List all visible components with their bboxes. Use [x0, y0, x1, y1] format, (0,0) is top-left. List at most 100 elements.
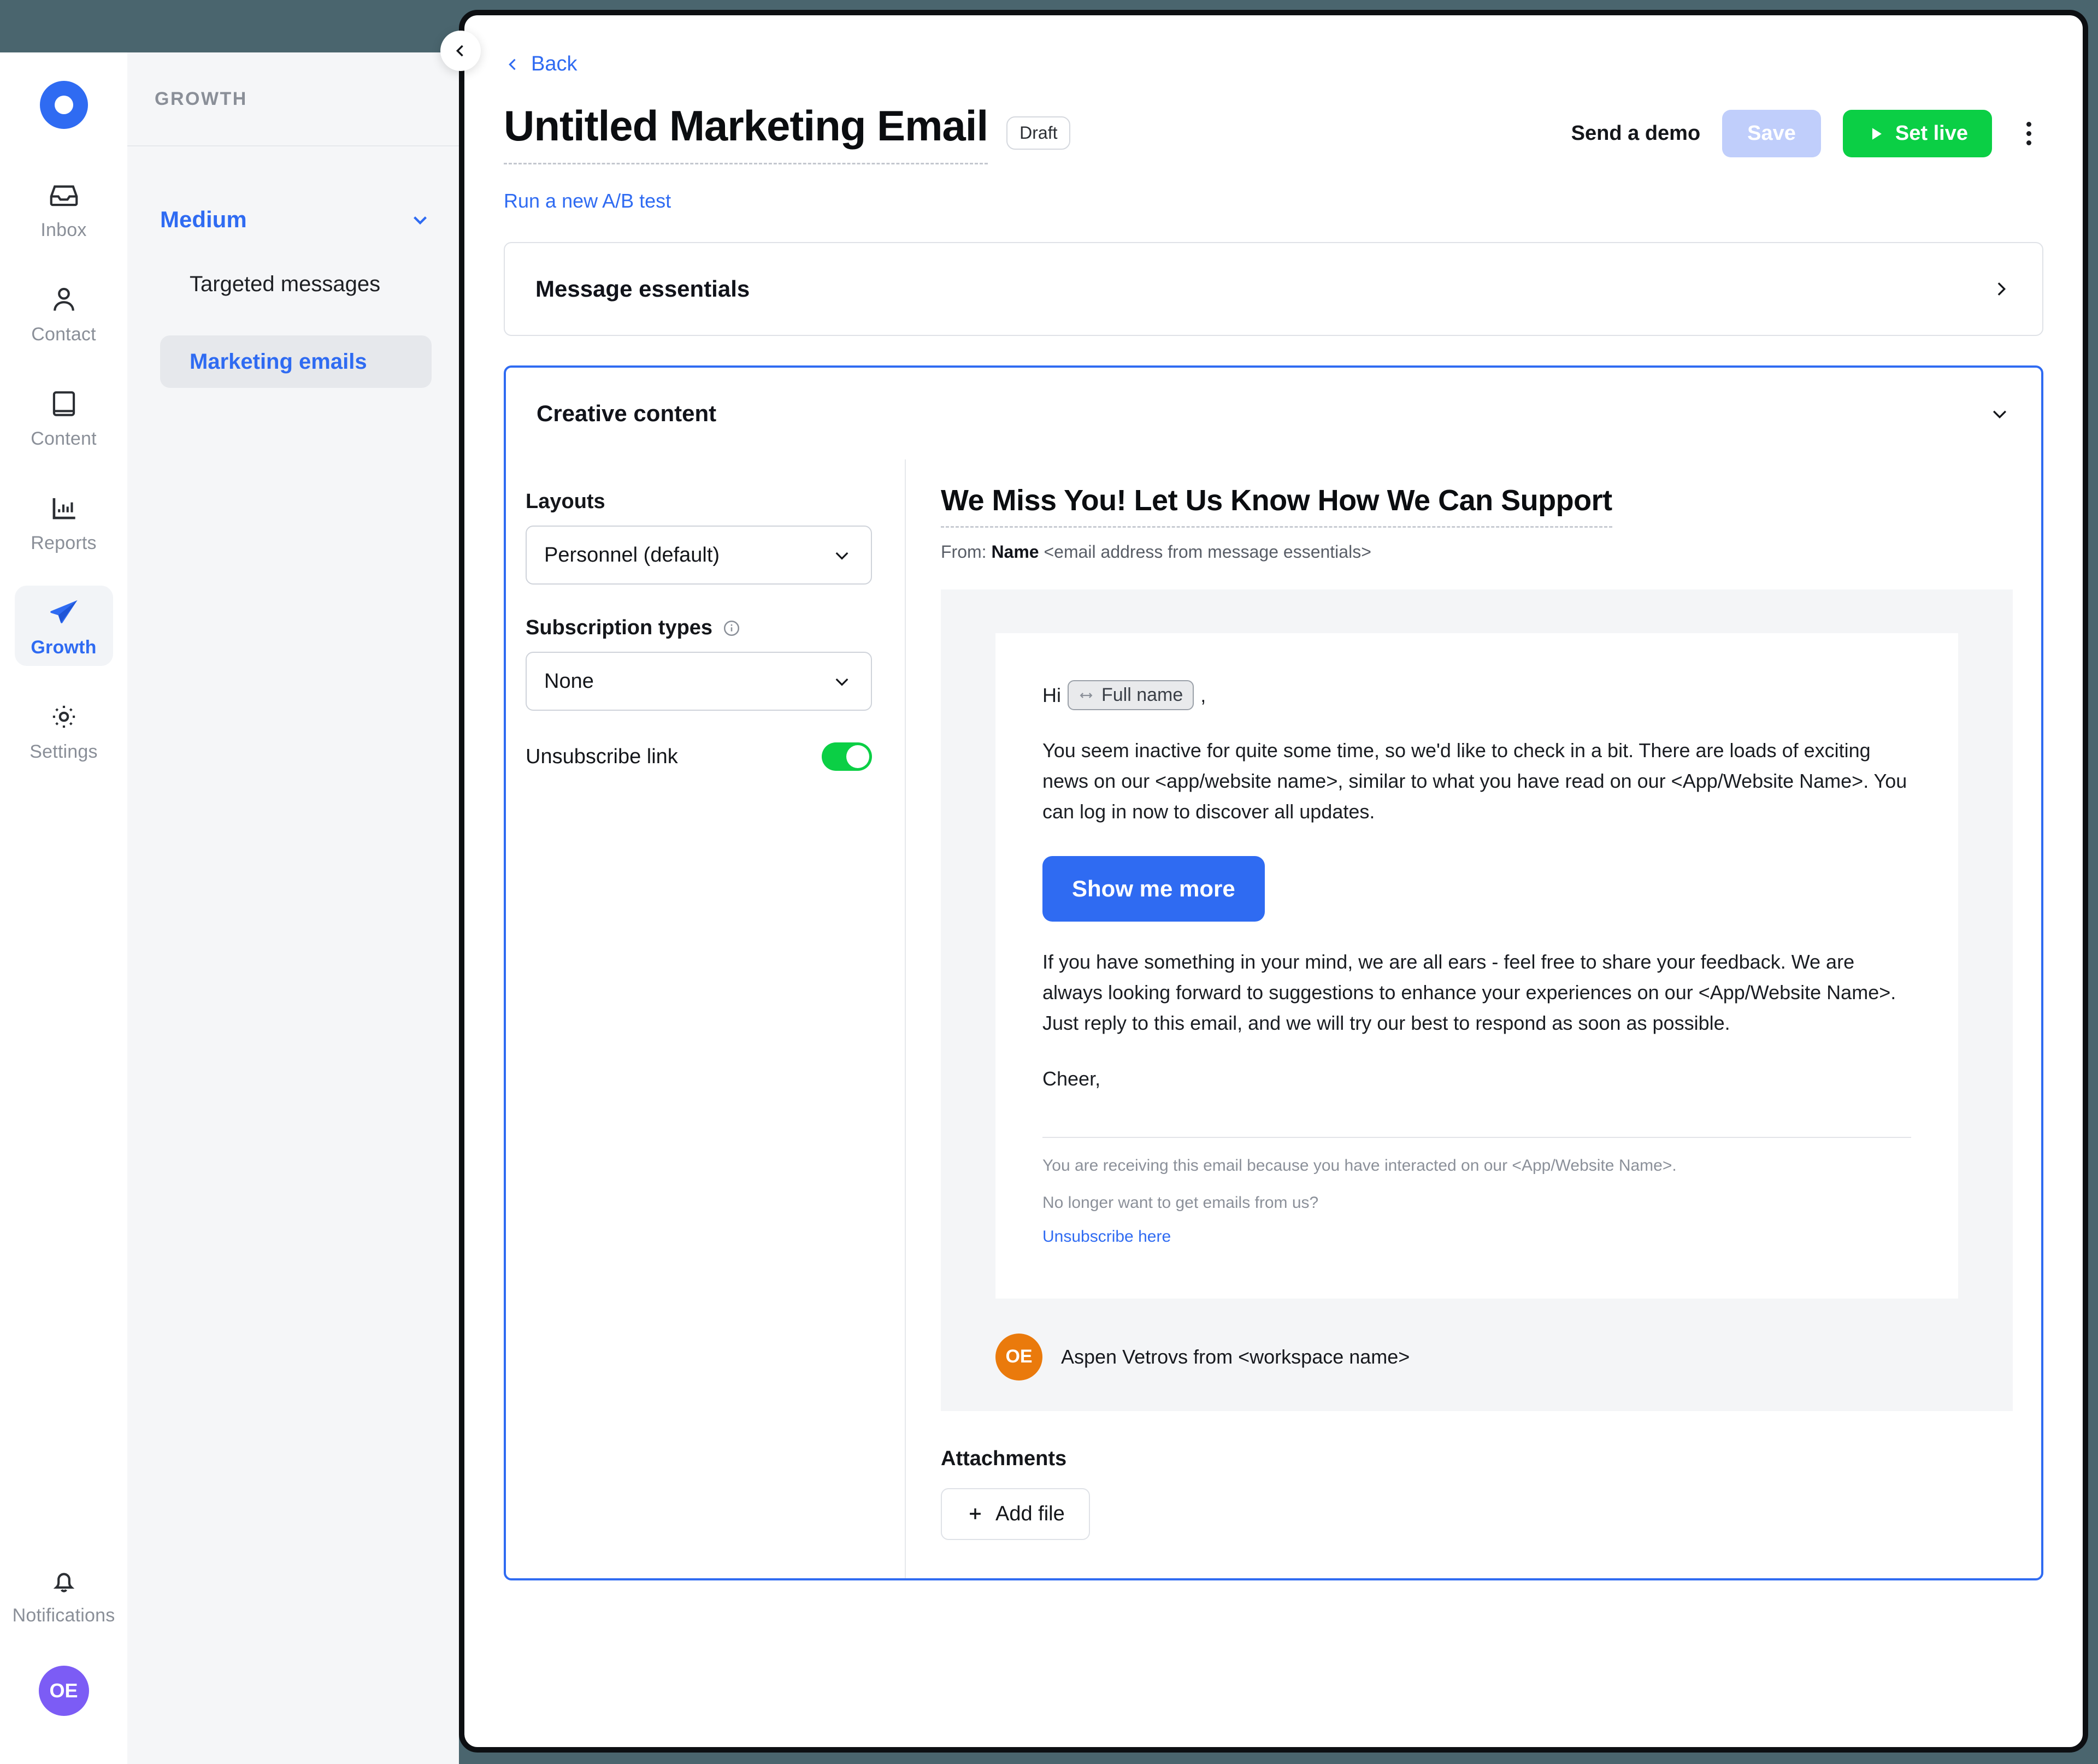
full-name-token[interactable]: Full name: [1068, 680, 1194, 710]
sidebar-group: Medium Targeted messages Marketing email…: [127, 146, 459, 388]
chevron-down-icon: [1993, 410, 2007, 419]
add-file-label: Add file: [995, 1502, 1065, 1525]
creative-content-card: Creative content Layouts Personnel (defa…: [504, 365, 2043, 1580]
chevron-right-icon: [1997, 282, 2006, 296]
sidebar-item-marketing-emails[interactable]: Marketing emails: [160, 335, 432, 388]
sidebar-item-targeted-messages[interactable]: Targeted messages: [160, 258, 432, 310]
primary-nav-rail: Inbox Contact Content Reports Growth Set…: [0, 52, 127, 1764]
chevron-left-icon: [456, 45, 463, 57]
sidebar-item-reports[interactable]: Reports: [15, 481, 113, 562]
email-subject[interactable]: We Miss You! Let Us Know How We Can Supp…: [941, 483, 1612, 528]
title-input[interactable]: Untitled Marketing Email: [504, 101, 988, 164]
run-ab-test-link[interactable]: Run a new A/B test: [504, 190, 2043, 213]
sidebar-section-header: GROWTH: [127, 52, 459, 146]
page-title: Untitled Marketing Email: [504, 102, 988, 150]
from-name: Name: [991, 542, 1039, 562]
save-button[interactable]: Save: [1722, 110, 1821, 157]
avatar[interactable]: OE: [38, 1666, 89, 1716]
sidebar-item-label: Targeted messages: [190, 272, 381, 296]
sidebar-item-settings[interactable]: Settings: [15, 690, 113, 770]
creative-content-body: Layouts Personnel (default) Subscription…: [506, 459, 2041, 1578]
sidebar-item-contact[interactable]: Contact: [15, 273, 113, 353]
sidebar-item-label: Settings: [30, 741, 98, 762]
subscription-types-value: None: [544, 669, 594, 693]
play-icon: [1872, 127, 1882, 140]
subscription-types-label-text: Subscription types: [526, 616, 713, 639]
email-sender-row: OE Aspen Vetrovs from <workspace name>: [995, 1333, 1958, 1380]
attachments-heading: Attachments: [941, 1447, 1067, 1470]
creative-content-header[interactable]: Creative content: [506, 368, 2041, 459]
sidebar-item-label: Growth: [31, 637, 97, 658]
secondary-sidebar: GROWTH Medium Targeted messages Marketin…: [127, 52, 459, 1764]
layouts-select[interactable]: Personnel (default): [526, 526, 872, 585]
email-greeting: Hi Full name ,: [1042, 680, 1911, 710]
sidebar-item-content[interactable]: Content: [15, 377, 113, 457]
sidebar-group-medium[interactable]: Medium: [160, 207, 432, 233]
unsubscribe-link-label: Unsubscribe link: [526, 745, 678, 768]
back-button[interactable]: Back: [504, 52, 2043, 76]
plus-icon: [970, 1508, 981, 1519]
layouts-label: Layouts: [526, 490, 872, 514]
sidebar-item-label: Inbox: [40, 220, 87, 240]
more-options-button[interactable]: [2014, 119, 2043, 149]
rail-bottom-group: Notifications OE: [0, 1554, 127, 1764]
set-live-button[interactable]: Set live: [1842, 110, 1992, 157]
chevron-down-icon: [835, 678, 848, 686]
email-body-card: Hi Full name , You seem inactive for qui…: [995, 633, 1958, 1299]
email-paragraph-2: If you have something in your mind, we a…: [1042, 951, 1896, 1034]
chevron-down-icon: [835, 552, 848, 560]
greeting-prefix: Hi: [1042, 683, 1061, 706]
sidebar-item-growth[interactable]: Growth: [14, 586, 113, 666]
section-title: Creative content: [537, 400, 717, 426]
message-essentials-card: Message essentials: [504, 242, 2043, 336]
message-essentials-header[interactable]: Message essentials: [505, 243, 2042, 335]
title-group: Untitled Marketing Email Draft: [504, 101, 1071, 164]
info-icon[interactable]: [722, 619, 741, 638]
set-live-label: Set live: [1895, 122, 1968, 145]
sidebar-item-inbox[interactable]: Inbox: [15, 168, 113, 249]
rail-item-list: Inbox Contact Content Reports Growth Set…: [0, 168, 127, 770]
collapse-sidebar-button[interactable]: [440, 31, 481, 71]
add-file-button[interactable]: Add file: [941, 1488, 1090, 1540]
attachments-section: Attachments Add file: [941, 1447, 2013, 1540]
from-prefix: From:: [941, 542, 987, 562]
send-a-demo-button[interactable]: Send a demo: [1571, 122, 1701, 145]
unsubscribe-link-row: Unsubscribe link: [526, 742, 872, 771]
back-label: Back: [531, 52, 577, 75]
layouts-value: Personnel (default): [544, 543, 720, 567]
status-badge: Draft: [1006, 116, 1071, 150]
email-divider: [1042, 1136, 1911, 1138]
bar-chart-icon: [52, 498, 75, 520]
chevron-left-icon: [509, 58, 516, 70]
unsubscribe-here-link[interactable]: Unsubscribe here: [1042, 1228, 1171, 1246]
brand-logo-icon[interactable]: [39, 81, 88, 129]
unsubscribe-link-toggle[interactable]: [822, 742, 872, 771]
sidebar-item-label: Content: [31, 428, 97, 449]
subscription-types-label: Subscription types: [526, 616, 872, 640]
section-title: Message essentials: [535, 276, 750, 302]
book-icon: [52, 391, 75, 416]
inbox-icon: [50, 185, 78, 207]
sidebar-item-label: Reports: [31, 533, 97, 553]
app-root: Inbox Contact Content Reports Growth Set…: [0, 0, 2098, 1764]
subscription-types-select[interactable]: None: [526, 652, 872, 711]
sidebar-item-label: Notifications: [12, 1605, 115, 1626]
sidebar-header-label: GROWTH: [155, 88, 247, 109]
left-right-arrow-icon: [1080, 692, 1093, 698]
sender-avatar: OE: [995, 1333, 1042, 1380]
sidebar-item-label: Contact: [31, 324, 96, 345]
email-stage: Hi Full name , You seem inactive for qui…: [941, 589, 2013, 1411]
from-address: <email address from message essentials>: [1044, 542, 1371, 562]
sender-name: Aspen Vetrovs from <workspace name>: [1061, 1345, 1410, 1368]
email-preview: We Miss You! Let Us Know How We Can Supp…: [905, 459, 2041, 1578]
layouts-label-text: Layouts: [526, 490, 605, 513]
creative-content-controls: Layouts Personnel (default) Subscription…: [506, 459, 905, 1578]
bell-icon: [53, 1573, 74, 1592]
email-footer-line-1: You are receiving this email because you…: [1042, 1156, 1677, 1175]
sidebar-item-notifications[interactable]: Notifications: [12, 1554, 115, 1634]
show-me-more-button[interactable]: Show me more: [1042, 856, 1265, 922]
person-icon: [53, 287, 74, 311]
email-footer-line-2: No longer want to get emails from us?: [1042, 1193, 1319, 1212]
email-paragraph-1: You seem inactive for quite some time, s…: [1042, 739, 1907, 823]
sidebar-item-label: Marketing emails: [190, 349, 367, 374]
